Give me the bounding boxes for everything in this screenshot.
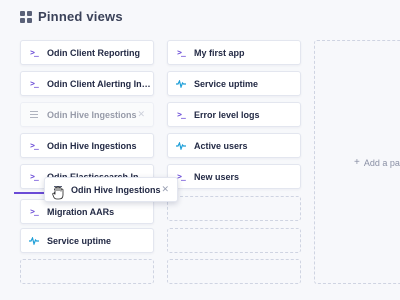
close-icon: ✕: [137, 109, 145, 119]
pulse-icon: [176, 79, 186, 89]
pinned-view-label: Migration AARs: [47, 206, 115, 217]
dragging-card[interactable]: Odin Hive Ingestions ✕: [44, 177, 178, 202]
grab-cursor-icon: [52, 186, 64, 200]
terminal-icon: >_: [30, 172, 39, 181]
list-icon: [29, 110, 39, 120]
pinned-view-card[interactable]: >_ Error level logs: [167, 102, 301, 127]
empty-slot: [167, 259, 301, 284]
drop-indicator: [14, 192, 44, 194]
add-page-button[interactable]: + Add a page: [354, 157, 400, 168]
pinned-view-label: Odin Client Reporting: [47, 47, 140, 58]
pinned-view-placeholder: Odin Hive Ingestions ✕: [20, 102, 154, 127]
pinned-view-card[interactable]: Active users: [167, 133, 301, 158]
pulse-icon: [176, 141, 186, 151]
empty-slot: [20, 259, 154, 284]
pinned-view-card[interactable]: >_ Odin Client Reporting: [20, 40, 154, 65]
pinned-view-card[interactable]: Service uptime: [20, 228, 154, 253]
terminal-icon: >_: [177, 110, 186, 119]
terminal-icon: >_: [30, 141, 39, 150]
page-title: Pinned views: [38, 9, 123, 24]
plus-icon: +: [354, 157, 360, 168]
pinned-view-label: New users: [194, 171, 240, 182]
terminal-icon: >_: [30, 48, 39, 57]
pinned-view-label: Service uptime: [194, 78, 259, 89]
empty-slot: [167, 196, 301, 221]
pinned-view-label: My first app: [194, 47, 245, 58]
pinned-view-label: Active users: [194, 140, 248, 151]
pinned-view-label: Odin Hive Ingestions: [47, 140, 137, 151]
dragging-card-label: Odin Hive Ingestions: [71, 184, 161, 195]
pinned-view-card[interactable]: >_ Odin Client Alerting Ingestions: [20, 71, 154, 96]
close-icon[interactable]: ✕: [161, 184, 169, 195]
terminal-icon: >_: [30, 79, 39, 88]
pinned-view-card[interactable]: >_ Odin Hive Ingestions: [20, 133, 154, 158]
add-page-label: Add a page: [363, 157, 400, 168]
pinned-view-label: Service uptime: [47, 235, 112, 246]
terminal-icon: >_: [30, 207, 39, 216]
pinned-view-card[interactable]: Service uptime: [167, 71, 301, 96]
pinned-view-card[interactable]: >_ New users: [167, 164, 301, 189]
pinned-view-label: Error level logs: [194, 109, 260, 120]
pinned-view-card[interactable]: >_ My first app: [167, 40, 301, 65]
pinned-view-card[interactable]: >_ Migration AARs: [20, 199, 154, 224]
terminal-icon: >_: [177, 48, 186, 57]
empty-slot: [167, 228, 301, 253]
pinned-view-label: Odin Hive Ingestions: [47, 109, 137, 120]
page-header: Pinned views: [20, 9, 123, 24]
grid-icon: [20, 10, 32, 23]
pinned-view-label: Odin Client Alerting Ingestions: [47, 78, 153, 89]
pulse-icon: [29, 236, 39, 246]
